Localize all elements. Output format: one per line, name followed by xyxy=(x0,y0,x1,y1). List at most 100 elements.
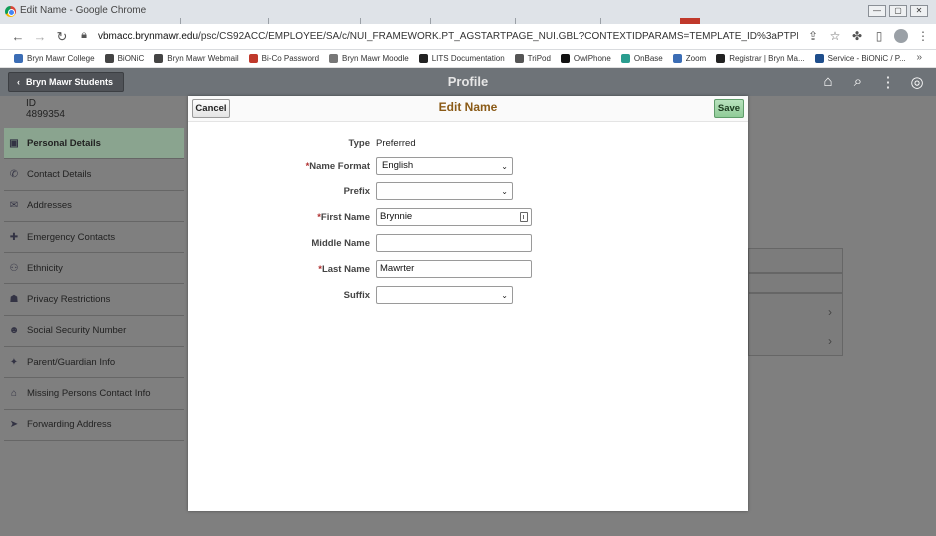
dialog-header: Cancel Edit Name Save xyxy=(188,96,748,122)
first-name-row: *First Name Brynnie xyxy=(188,208,748,227)
home-icon[interactable]: ⌂ xyxy=(818,73,838,90)
student-id-label: ID xyxy=(26,98,36,109)
bookmark-favicon-icon xyxy=(418,54,428,63)
first-name-input[interactable]: Brynnie xyxy=(376,208,532,226)
nav-item-contact-details[interactable]: ✆ Contact Details xyxy=(4,159,184,191)
chevron-down-icon: ⌄ xyxy=(501,291,508,300)
nav-item-social-security-number[interactable]: ☻ Social Security Number xyxy=(4,316,184,348)
prefix-select[interactable]: ⌄ xyxy=(376,182,513,200)
last-name-value: Mawrter xyxy=(380,263,415,274)
first-name-value: Brynnie xyxy=(380,211,413,222)
bookmark-label: TriPod xyxy=(527,54,551,63)
nav-item-personal-details[interactable]: ▣ Personal Details xyxy=(4,128,184,160)
autofill-icon[interactable] xyxy=(520,212,528,222)
suffix-select[interactable]: ⌄ xyxy=(376,286,513,304)
chevron-right-icon: › xyxy=(828,305,832,319)
nav-item-addresses[interactable]: ✉ Addresses xyxy=(4,191,184,222)
bookmark-item[interactable]: LITS Documentation xyxy=(418,54,505,63)
nav-item-forwarding-address[interactable]: ➤ Forwarding Address xyxy=(4,410,184,441)
bookmark-label: Bi-Co Password xyxy=(261,54,320,63)
bookmark-label: BiONiC xyxy=(117,54,145,63)
url-field[interactable]: vbmacc.brynmawr.edu/psc/CS92ACC/EMPLOYEE… xyxy=(98,31,798,42)
extensions-puzzle-icon[interactable]: ✤ xyxy=(850,29,864,46)
bookmark-label: Zoom xyxy=(685,54,707,63)
chevron-right-icon: › xyxy=(828,334,832,348)
nav-item-label: Contact Details xyxy=(27,168,92,180)
last-name-label: *Last Name xyxy=(318,264,370,275)
save-button[interactable]: Save xyxy=(714,99,744,118)
bookmark-item[interactable]: BiONiC xyxy=(104,54,145,63)
bookmark-item[interactable]: TriPod xyxy=(514,54,551,63)
maximize-button[interactable]: ▢ xyxy=(889,5,907,17)
bookmark-item[interactable]: Bryn Mawr College xyxy=(14,54,95,63)
nav-item-privacy-restrictions[interactable]: ☗ Privacy Restrictions xyxy=(4,284,184,316)
nav-item-label: Addresses xyxy=(27,200,72,212)
bookmark-item[interactable]: Registrar | Bryn Ma... xyxy=(716,54,805,63)
bookmark-item[interactable]: OwlPhone xyxy=(560,54,611,63)
nav-item-ethnicity[interactable]: ⚇ Ethnicity xyxy=(4,253,184,285)
bookmark-label: Bryn Mawr Webmail xyxy=(167,54,239,63)
nav-item-missing-persons-contact-info[interactable]: ⌂ Missing Persons Contact Info xyxy=(4,378,184,410)
middle-name-row: Middle Name xyxy=(188,234,748,253)
bookmark-item[interactable]: OnBase xyxy=(620,54,663,63)
envelope-icon: ✉ xyxy=(9,200,19,212)
student-id-block: ID 4899354 xyxy=(26,98,65,120)
bookmark-item[interactable]: Zoom xyxy=(672,54,707,63)
bookmark-label: Bryn Mawr Moodle xyxy=(342,54,409,63)
bookmark-item[interactable]: Bi-Co Password xyxy=(248,54,320,63)
people-icon: ⚇ xyxy=(9,262,19,274)
reload-icon[interactable]: ↻ xyxy=(54,29,70,45)
nav-item-label: Privacy Restrictions xyxy=(27,294,111,306)
back-arrow-icon[interactable]: ← xyxy=(10,29,26,44)
bookmark-item[interactable]: Bryn Mawr Moodle xyxy=(329,54,409,63)
background-panel-row xyxy=(748,248,843,273)
window-title: Edit Name - Google Chrome xyxy=(20,5,147,16)
bookmark-item[interactable]: Bryn Mawr Webmail xyxy=(154,54,239,63)
side-panel-icon[interactable]: ▯ xyxy=(872,29,886,46)
window-title-bar: Edit Name - Google Chrome — ▢ ✕ xyxy=(0,0,936,24)
middle-name-input[interactable] xyxy=(376,234,532,252)
bookmark-favicon-icon xyxy=(814,54,824,63)
nav-item-parent-guardian-info[interactable]: ✦ Parent/Guardian Info xyxy=(4,347,184,379)
background-panel-row xyxy=(748,273,843,293)
first-name-label: *First Name xyxy=(317,212,370,223)
bookmark-favicon-icon xyxy=(560,54,570,63)
url-path: /psc/CS92ACC/EMPLOYEE/SA/c/NUI_FRAMEWORK… xyxy=(198,31,798,42)
last-name-label-text: Last Name xyxy=(321,264,370,275)
bookmark-label: OnBase xyxy=(633,54,663,63)
nav-item-label: Parent/Guardian Info xyxy=(27,356,116,368)
search-icon[interactable]: ⌕ xyxy=(848,73,868,90)
nav-item-label: Personal Details xyxy=(27,137,101,149)
suffix-label: Suffix xyxy=(343,290,370,301)
bookmark-label: Registrar | Bryn Ma... xyxy=(729,54,805,63)
last-name-row: *Last Name Mawrter xyxy=(188,260,748,279)
type-label: Type xyxy=(348,138,370,149)
forward-arrow-icon[interactable]: → xyxy=(32,29,48,44)
nav-item-label: Forwarding Address xyxy=(27,419,112,431)
person-lock-icon: ☗ xyxy=(9,294,19,306)
profile-avatar-icon[interactable] xyxy=(894,29,908,46)
nav-item-emergency-contacts[interactable]: ✚ Emergency Contacts xyxy=(4,222,184,254)
bookmark-favicon-icon xyxy=(716,54,726,63)
bookmark-star-icon[interactable]: ☆ xyxy=(828,29,842,46)
emergency-phone-icon: ✚ xyxy=(9,231,19,243)
id-card-icon: ▣ xyxy=(9,137,19,149)
last-name-input[interactable]: Mawrter xyxy=(376,260,532,278)
navbar-compass-icon[interactable]: ◎ xyxy=(907,73,927,91)
close-window-button[interactable]: ✕ xyxy=(910,5,928,17)
name-format-row: *Name Format English ⌄ xyxy=(188,157,748,176)
first-name-label-text: First Name xyxy=(320,212,370,223)
minimize-button[interactable]: — xyxy=(868,5,886,17)
bookmark-item[interactable]: Service - BiONiC / P... xyxy=(814,54,906,63)
bookmark-favicon-icon xyxy=(672,54,682,63)
bookmarks-overflow-icon[interactable]: » xyxy=(916,52,922,63)
browser-toolbar-actions: ⇪ ☆ ✤ ▯ ⋮ xyxy=(806,29,930,46)
address-bar: ← → ↻ 🔒︎ vbmacc.brynmawr.edu/psc/CS92ACC… xyxy=(0,24,936,50)
student-id-value: 4899354 xyxy=(26,109,65,120)
bookmark-favicon-icon xyxy=(514,54,524,63)
actions-menu-icon[interactable]: ⋮ xyxy=(878,73,898,91)
name-format-select[interactable]: English ⌄ xyxy=(376,157,513,175)
browser-menu-icon[interactable]: ⋮ xyxy=(916,29,930,46)
lock-icon[interactable]: 🔒︎ xyxy=(76,29,92,42)
share-icon[interactable]: ⇪ xyxy=(806,29,820,46)
